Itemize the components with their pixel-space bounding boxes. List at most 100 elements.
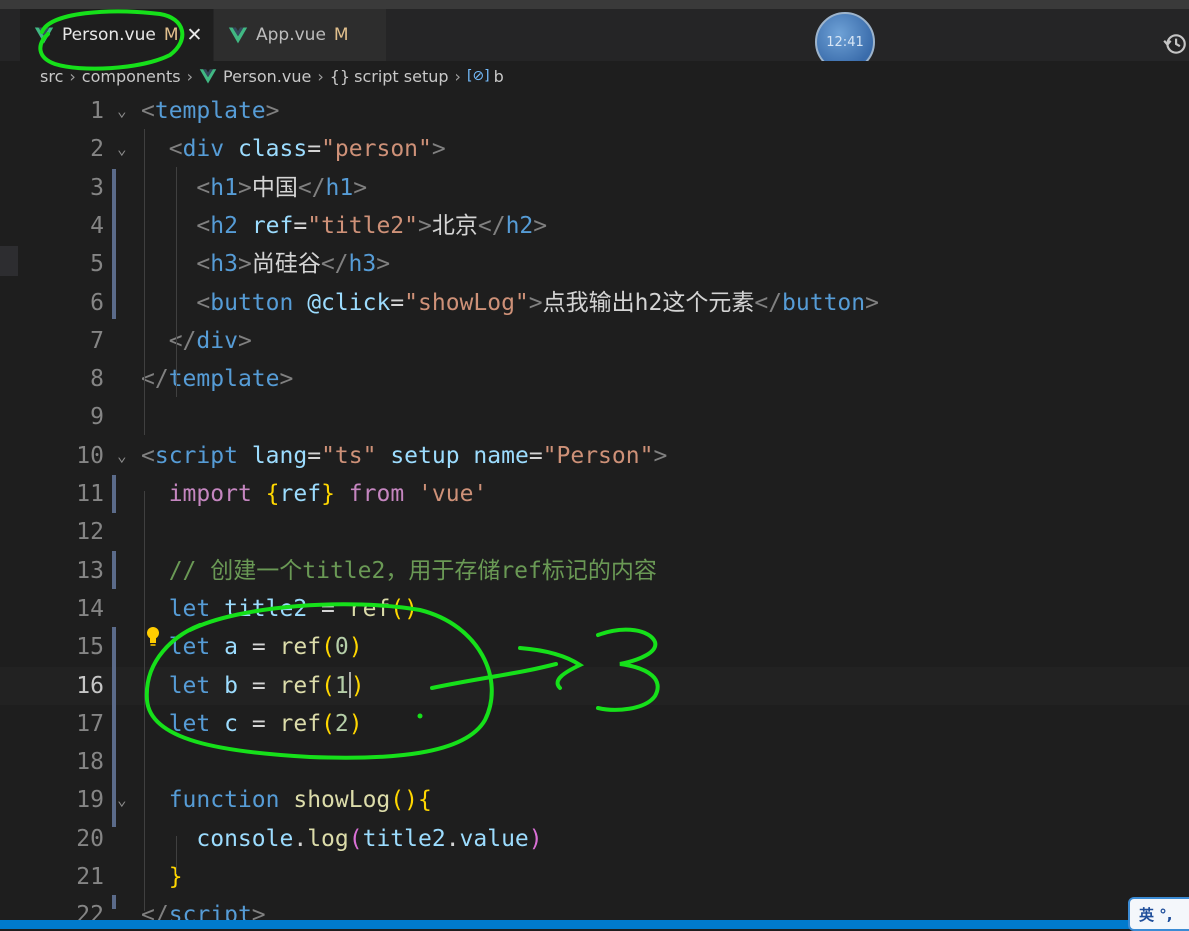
code-line[interactable]: 14 let title2 = ref() <box>0 590 1189 628</box>
code-token: value <box>459 825 529 852</box>
code-token: "showLog" <box>404 289 529 316</box>
code-line[interactable]: 6 <button @click="showLog">点我输出h2这个元素</b… <box>0 284 1189 322</box>
code-line[interactable]: 4 <h2 ref="title2">北京</h2> <box>0 207 1189 245</box>
code-token: from <box>348 481 405 507</box>
fold-chevron-icon[interactable]: ⌄ <box>117 130 127 168</box>
breadcrumb-item-file[interactable]: Person.vue <box>223 67 311 86</box>
code-token: b <box>224 672 238 699</box>
code-editor[interactable]: 1 ⌄ <template> 2 ⌄ <div class="person"> 3 <h1… <box>0 91 1189 920</box>
git-change-marker[interactable] <box>112 551 116 589</box>
code-token: ref <box>251 212 294 239</box>
line-number: 12 <box>76 519 104 546</box>
code-token: < <box>141 98 155 124</box>
code-token: 0 <box>334 634 349 661</box>
tab-person-vue[interactable]: Person.vue M ✕ <box>20 9 213 61</box>
code-line[interactable]: 11 import {ref} from 'vue' <box>0 475 1189 513</box>
code-token: div <box>182 136 225 163</box>
code-line[interactable]: 1 ⌄ <template> <box>0 92 1189 130</box>
code-line[interactable]: 19 ⌄ function showLog(){ <box>0 781 1189 819</box>
code-token: ( <box>348 825 363 852</box>
code-token: = <box>307 442 322 469</box>
code-token: ) <box>404 787 418 814</box>
close-icon[interactable]: ✕ <box>187 24 203 46</box>
code-token: . <box>445 825 460 852</box>
code-line[interactable]: 7 </div> <box>0 322 1189 360</box>
code-token: @click <box>307 289 391 316</box>
ime-indicator[interactable]: 英 °, <box>1128 897 1189 931</box>
code-token: < <box>196 212 211 239</box>
git-change-marker[interactable] <box>112 895 116 909</box>
lightbulb-icon[interactable] <box>144 625 162 647</box>
code-token: lang <box>251 442 308 469</box>
fold-chevron-icon[interactable]: ⌄ <box>117 92 127 130</box>
fold-chevron-icon[interactable]: ⌄ <box>117 781 127 819</box>
code-line[interactable]: 9 <box>0 398 1189 436</box>
line-number: 15 <box>76 634 104 661</box>
code-token: </ <box>754 289 783 316</box>
code-token: let <box>168 595 211 622</box>
breadcrumb-item-components[interactable]: components <box>82 67 181 86</box>
code-line[interactable]: 18 <box>0 743 1189 781</box>
code-line[interactable]: 16 let b = ref(1) <box>0 667 1189 705</box>
breadcrumb-item-src[interactable]: src <box>40 67 63 86</box>
code-token: </ <box>477 212 506 239</box>
line-number: 21 <box>76 864 104 890</box>
breadcrumb-item-symbol[interactable]: b <box>494 67 504 86</box>
code-token: = <box>528 442 543 469</box>
code-token: div <box>196 327 238 354</box>
code-token: "Person" <box>542 442 654 469</box>
code-token: < <box>141 442 155 469</box>
code-token: ( <box>321 672 335 699</box>
code-line[interactable]: 10 ⌄ <script lang="ts" setup name="Person"… <box>0 437 1189 475</box>
git-change-marker[interactable] <box>112 627 116 827</box>
code-token: > <box>353 174 368 201</box>
code-token: ) <box>348 634 363 661</box>
code-line[interactable]: 12 <box>0 513 1189 551</box>
indent-guide <box>176 836 177 874</box>
code-line[interactable]: 5 <h3>尚硅谷</h3> <box>0 245 1189 283</box>
code-line[interactable]: 20 console.log(title2.value) <box>0 820 1189 858</box>
line-number: 17 <box>76 710 104 737</box>
tab-app-vue[interactable]: App.vue M <box>214 9 386 61</box>
code-text: function showLog(){ <box>141 781 432 819</box>
code-line[interactable]: 8 </template> <box>0 360 1189 398</box>
line-number: 16 <box>76 672 104 699</box>
code-text: <h2 ref="title2">北京</h2> <box>141 207 547 245</box>
code-line[interactable]: 17 let c = ref(2) <box>0 705 1189 743</box>
line-number: 8 <box>90 366 104 393</box>
git-change-marker[interactable] <box>112 169 116 319</box>
code-token: > <box>265 98 280 124</box>
code-text: <script lang="ts" setup name="Person"> <box>141 437 667 475</box>
line-number: 6 <box>90 289 104 316</box>
fold-chevron-icon[interactable]: ⌄ <box>117 437 127 475</box>
code-token: > <box>237 251 252 278</box>
code-token: h3 <box>210 251 238 278</box>
breadcrumb: src › components › Person.vue › {} scrip… <box>0 61 1189 91</box>
chevron-right-icon: › <box>69 66 76 86</box>
code-token: > <box>653 442 668 469</box>
line-number: 18 <box>76 749 104 776</box>
code-line[interactable]: 22 </script> <box>0 896 1189 920</box>
breadcrumb-item-script[interactable]: script setup <box>354 67 448 86</box>
code-line[interactable]: 21 } <box>0 858 1189 896</box>
code-line[interactable]: 2 ⌄ <div class="person"> <box>0 130 1189 168</box>
git-change-marker[interactable] <box>112 475 116 513</box>
code-line[interactable]: 3 <h1>中国</h1> <box>0 169 1189 207</box>
indent-guide <box>144 129 145 435</box>
line-number: 19 <box>76 787 104 814</box>
code-line[interactable]: 13 // 创建一个title2，用于存储ref标记的内容 <box>0 552 1189 590</box>
code-token: ( <box>321 710 335 737</box>
code-token: ref <box>279 481 322 507</box>
timeline-history-icon[interactable] <box>1162 31 1188 57</box>
code-token: template <box>154 98 266 124</box>
code-line[interactable]: 15 let a = ref(0) <box>0 628 1189 666</box>
